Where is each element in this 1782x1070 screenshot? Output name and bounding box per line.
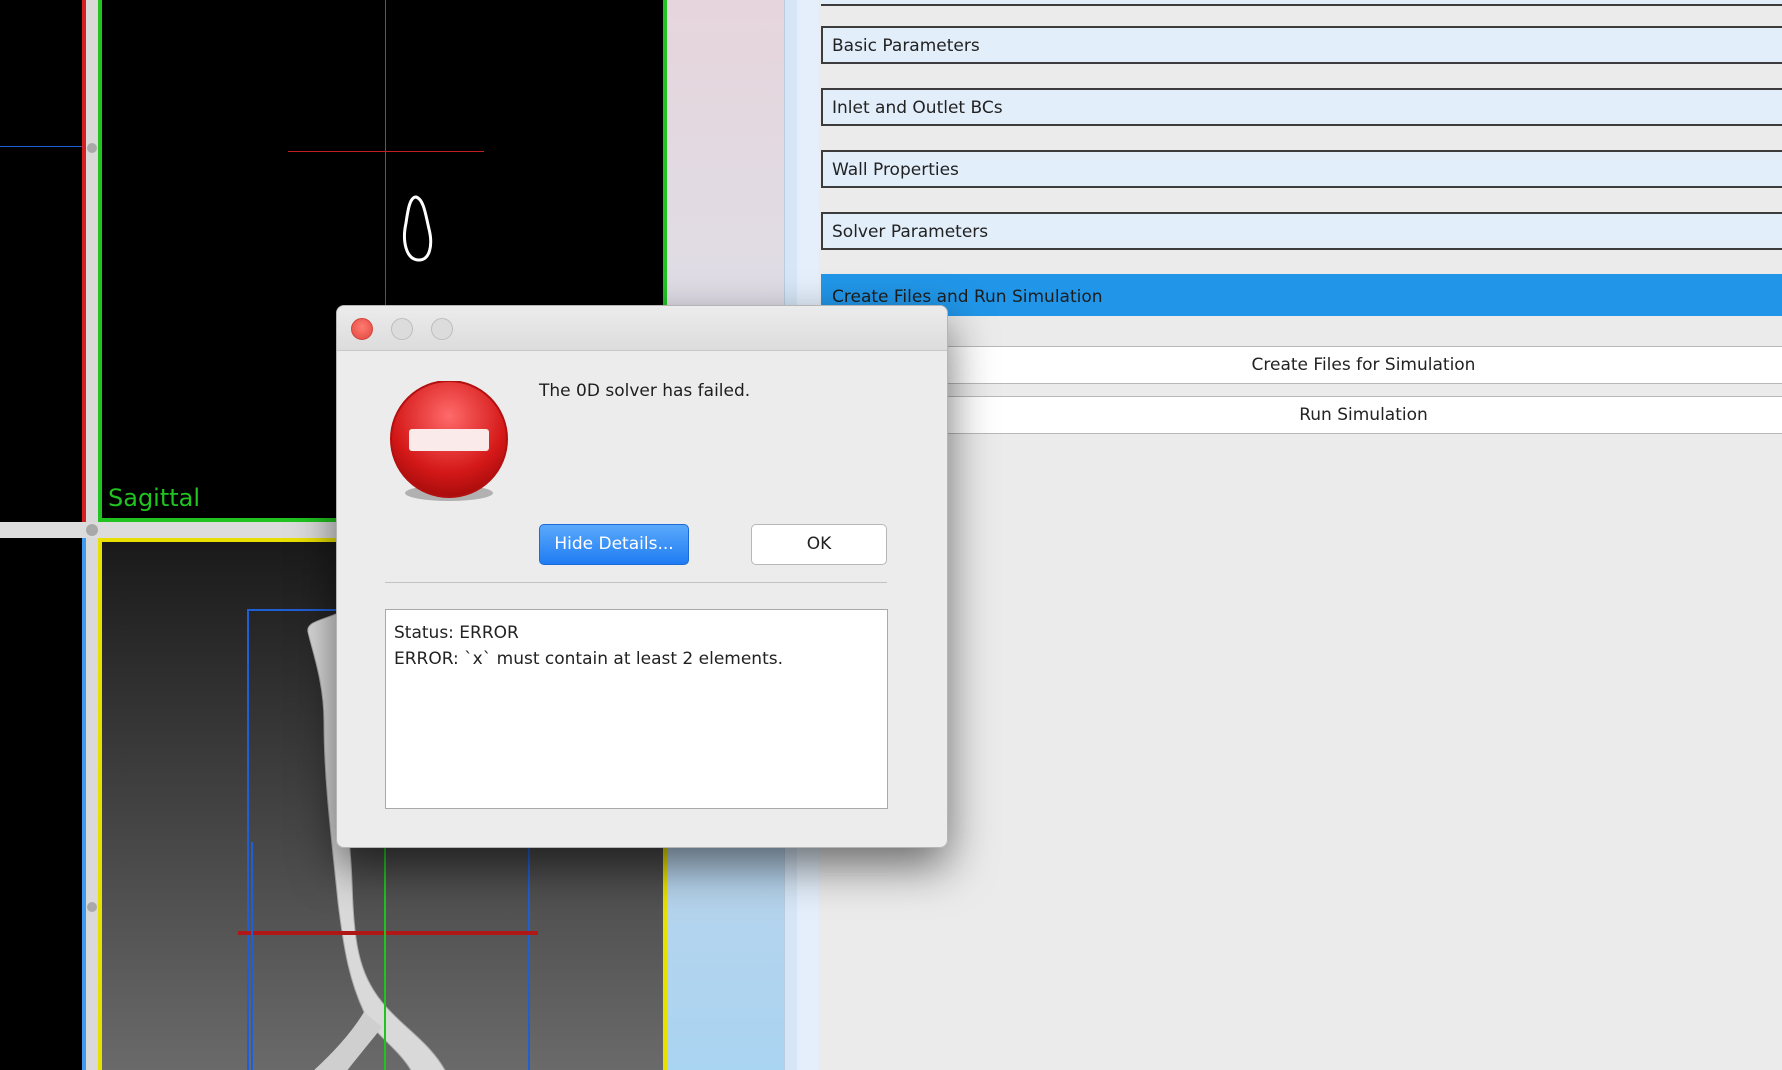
run-simulation-button[interactable]: Run Simulation [944,396,1782,434]
dialog-separator [385,582,887,583]
splitter-handle[interactable] [86,524,98,536]
ok-button[interactable]: OK [751,524,887,565]
details-text-area[interactable]: Status: ERROR ERROR: `x` must contain at … [385,609,888,809]
details-line-status: Status: ERROR [394,623,519,643]
section-create-files-run-simulation[interactable]: Create Files and Run Simulation [821,274,1782,316]
hide-details-button[interactable]: Hide Details... [539,524,689,565]
section-solver-parameters[interactable]: Solver Parameters [821,212,1782,250]
coronal-view-border [82,538,86,1070]
section-inlet-outlet-bcs[interactable]: Inlet and Outlet BCs [821,88,1782,126]
zoom-window-button[interactable] [431,318,453,340]
coronal-view-strip[interactable] [0,538,82,1070]
crosshair-h [288,151,484,152]
section-basic-parameters[interactable]: Basic Parameters [821,26,1782,64]
stop-icon [390,381,508,501]
view-label-sagittal: Sagittal [108,484,201,512]
crosshair-h [0,146,82,147]
error-message: The 0D solver has failed. [539,381,751,401]
dialog-titlebar[interactable] [337,306,947,351]
splitter-handle[interactable] [87,143,97,153]
details-line-error: ERROR: `x` must contain at least 2 eleme… [394,649,783,669]
error-dialog: The 0D solver has failed. Hide Details..… [336,305,948,848]
panel-top-edge [821,0,1782,6]
axial-view-strip[interactable] [0,0,84,522]
close-window-button[interactable] [351,318,373,340]
create-files-button[interactable]: Create Files for Simulation [944,346,1782,384]
section-wall-properties[interactable]: Wall Properties [821,150,1782,188]
vessel-contour [403,195,433,262]
minimize-window-button[interactable] [391,318,413,340]
splitter-handle[interactable] [87,902,97,912]
